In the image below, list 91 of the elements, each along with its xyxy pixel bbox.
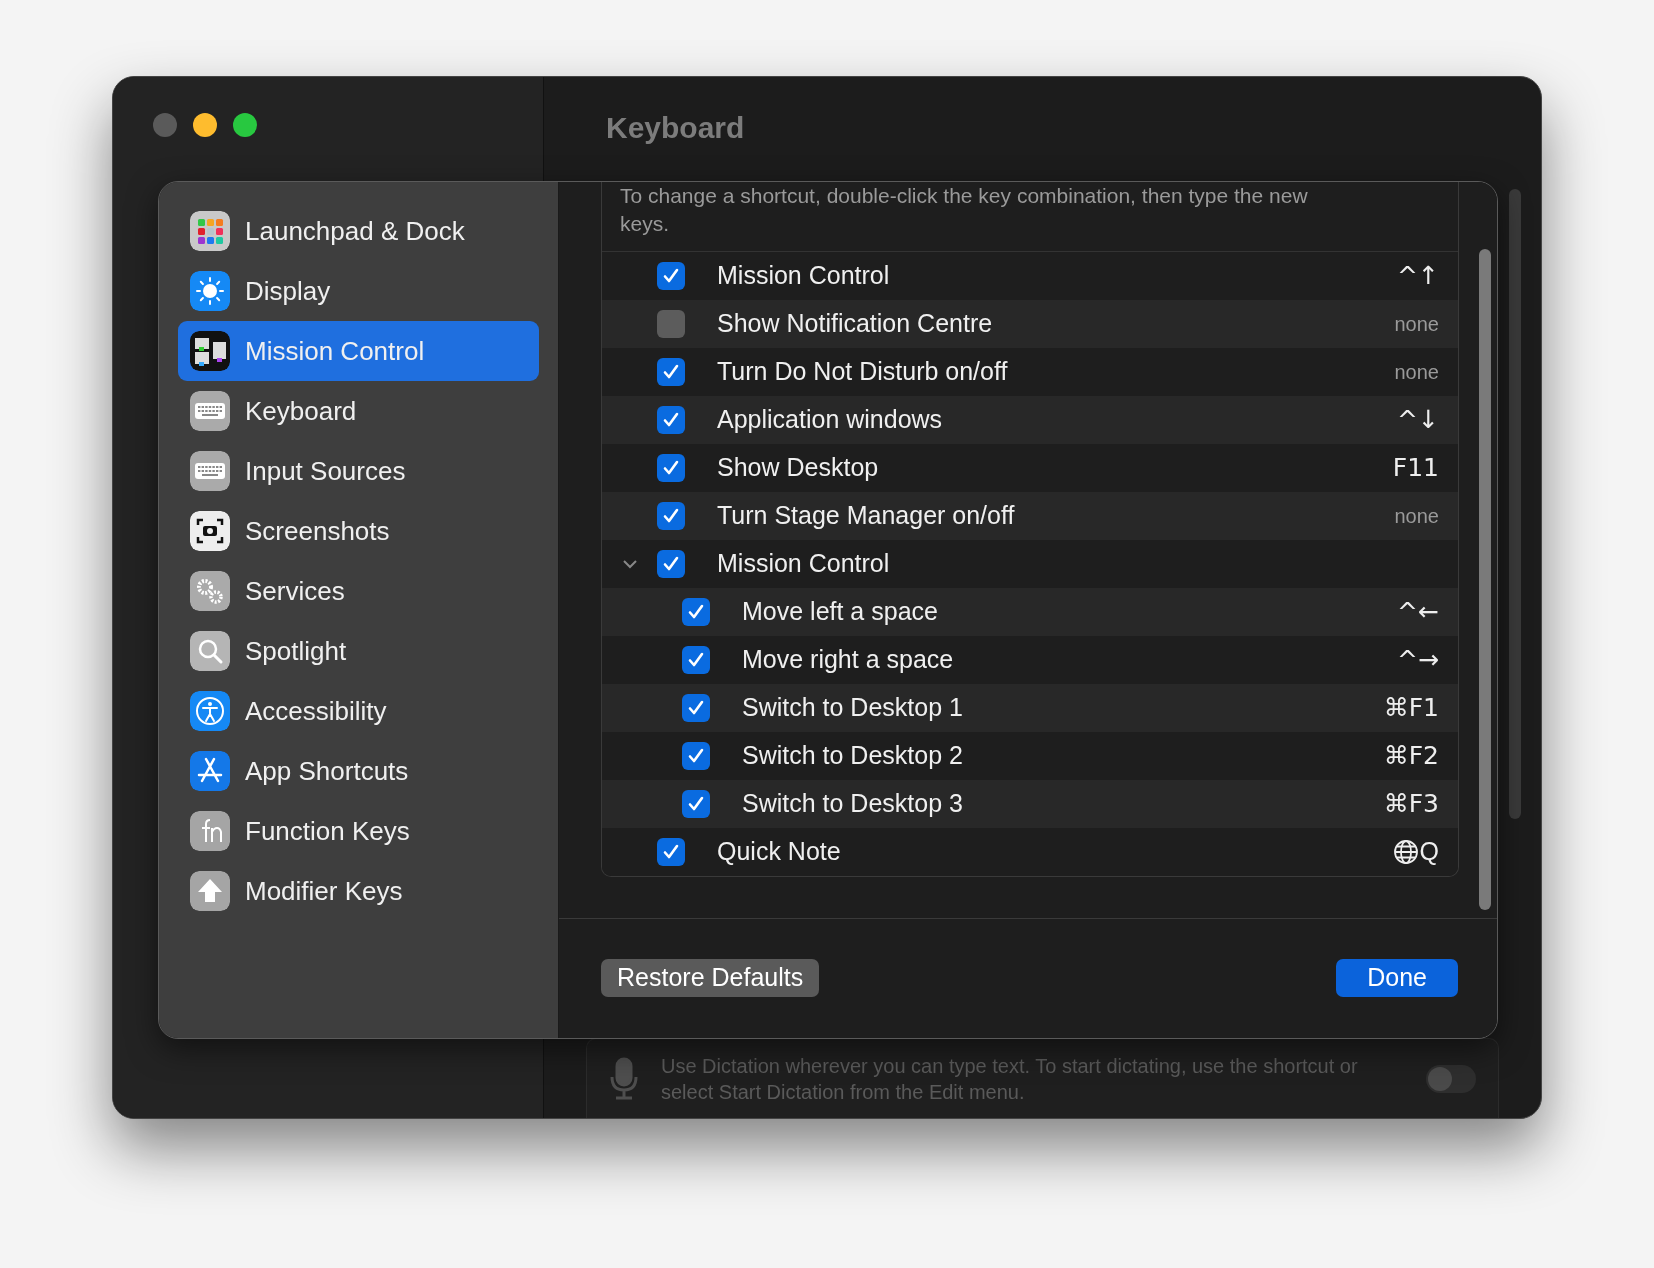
- scrollbar[interactable]: [1479, 249, 1491, 910]
- shortcut-label: Show Notification Centre: [717, 308, 994, 340]
- shortcut-row[interactable]: Switch to Desktop 1 ⌘F1: [602, 684, 1458, 732]
- shortcut-keys[interactable]: ⌘F2: [1383, 737, 1439, 775]
- shortcut-label: Switch to Desktop 1: [742, 692, 964, 724]
- checkmark-icon: [687, 603, 705, 621]
- shortcut-label: Mission Control: [717, 260, 891, 292]
- accessibility-icon: [190, 691, 230, 731]
- checkbox[interactable]: [682, 646, 710, 674]
- sidebar-item[interactable]: Accessibility: [178, 681, 539, 741]
- checkmark-icon: [662, 555, 680, 573]
- checkbox[interactable]: [657, 358, 685, 386]
- sidebar-item[interactable]: Spotlight: [178, 621, 539, 681]
- windows-icon: [190, 331, 230, 371]
- checkmark-icon: [662, 267, 680, 285]
- checkmark-icon: [662, 507, 680, 525]
- checkmark-icon: [662, 411, 680, 429]
- sidebar-item[interactable]: Modifier Keys: [178, 861, 539, 921]
- shortcut-keys[interactable]: ⌘F3: [1383, 785, 1439, 823]
- checkbox[interactable]: [682, 598, 710, 626]
- shortcut-row[interactable]: Switch to Desktop 3 ⌘F3: [602, 780, 1458, 828]
- checkbox[interactable]: [657, 310, 685, 338]
- checkbox[interactable]: [682, 694, 710, 722]
- magnifier-icon: [190, 631, 230, 671]
- shortcut-label: Quick Note: [717, 836, 842, 868]
- sidebar-item[interactable]: Display: [178, 261, 539, 321]
- shortcut-row[interactable]: Move left a space ^←: [602, 588, 1458, 636]
- checkbox[interactable]: [657, 550, 685, 578]
- globe-icon: [1392, 839, 1419, 865]
- shortcut-value: none: [1394, 360, 1439, 385]
- microphone-icon: [609, 1056, 639, 1101]
- sidebar-item[interactable]: Function Keys: [178, 801, 539, 861]
- shortcut-keys[interactable]: ^→: [1397, 641, 1439, 679]
- checkbox[interactable]: [682, 790, 710, 818]
- checkbox[interactable]: [682, 742, 710, 770]
- sidebar-item[interactable]: App Shortcuts: [178, 741, 539, 801]
- shortcut-keys[interactable]: ^←: [1397, 593, 1439, 631]
- checkbox[interactable]: [657, 502, 685, 530]
- checkbox[interactable]: [657, 262, 685, 290]
- instructions-text: To change a shortcut, double-click the key combination, then type the new keys.: [620, 183, 1309, 237]
- shortcut-row[interactable]: Show Notification Centre none: [602, 300, 1458, 348]
- window-title: Keyboard: [606, 111, 745, 144]
- sidebar-item[interactable]: Keyboard: [178, 381, 539, 441]
- checkmark-icon: [662, 459, 680, 477]
- shortcut-label: Move left a space: [742, 596, 939, 628]
- sun-icon: [190, 271, 230, 311]
- minimize-button[interactable]: [193, 113, 217, 137]
- dictation-description: Use Dictation wherever you can type text. To start dictating, use the shortcut or select Start Dictation from the Edit menu.: [661, 1053, 1359, 1105]
- done-button[interactable]: Done: [1336, 958, 1458, 997]
- shortcut-label: Turn Stage Manager on/off: [717, 500, 1016, 532]
- checkmark-icon: [662, 843, 680, 861]
- keyboard-icon: [190, 451, 230, 491]
- shortcut-row[interactable]: Application windows ^↓: [602, 396, 1458, 444]
- zoom-button[interactable]: [233, 113, 257, 137]
- sidebar-item[interactable]: Input Sources: [178, 441, 539, 501]
- camera-icon: [190, 511, 230, 551]
- shortcut-keys[interactable]: ^↑: [1397, 257, 1439, 295]
- shortcut-keys[interactable]: Q: [1419, 833, 1439, 871]
- checkmark-icon: [687, 747, 705, 765]
- sidebar-item[interactable]: Services: [178, 561, 539, 621]
- checkmark-icon: [687, 651, 705, 669]
- checkbox[interactable]: [657, 406, 685, 434]
- shortcut-label: Move right a space: [742, 644, 955, 676]
- checkmark-icon: [662, 363, 680, 381]
- sidebar-item[interactable]: Mission Control: [178, 321, 539, 381]
- shortcut-label: Show Desktop: [717, 452, 880, 484]
- checkmark-icon: [687, 699, 705, 717]
- shortcut-label: Turn Do Not Disturb on/off: [717, 356, 1009, 388]
- shortcut-value: none: [1394, 504, 1439, 529]
- sidebar-item[interactable]: Launchpad & Dock: [178, 201, 539, 261]
- fn-key-icon: [190, 811, 230, 851]
- app-store-icon: [190, 751, 230, 791]
- sidebar-item[interactable]: Screenshots: [178, 501, 539, 561]
- keyboard-icon: [190, 391, 230, 431]
- shortcut-value: none: [1394, 312, 1439, 337]
- checkmark-icon: [687, 795, 705, 813]
- checkbox[interactable]: [657, 454, 685, 482]
- toggle-switch[interactable]: [1426, 1064, 1476, 1093]
- shortcut-keys[interactable]: ^↓: [1397, 401, 1439, 439]
- restore-defaults-button[interactable]: Restore Defaults: [601, 958, 820, 997]
- shortcut-label: Mission Control: [717, 548, 891, 580]
- scrollbar[interactable]: [1509, 189, 1521, 819]
- shortcut-label: Switch to Desktop 3: [742, 788, 964, 820]
- checkbox[interactable]: [657, 838, 685, 866]
- shortcut-keys[interactable]: F11: [1392, 449, 1439, 487]
- app-grid-icon: [190, 211, 230, 251]
- shortcut-label: Application windows: [717, 404, 944, 436]
- gears-icon: [190, 571, 230, 611]
- shortcut-keys[interactable]: ⌘F1: [1383, 689, 1439, 727]
- shortcut-label: Switch to Desktop 2: [742, 740, 964, 772]
- shortcut-row[interactable]: Turn Stage Manager on/off none: [602, 492, 1458, 540]
